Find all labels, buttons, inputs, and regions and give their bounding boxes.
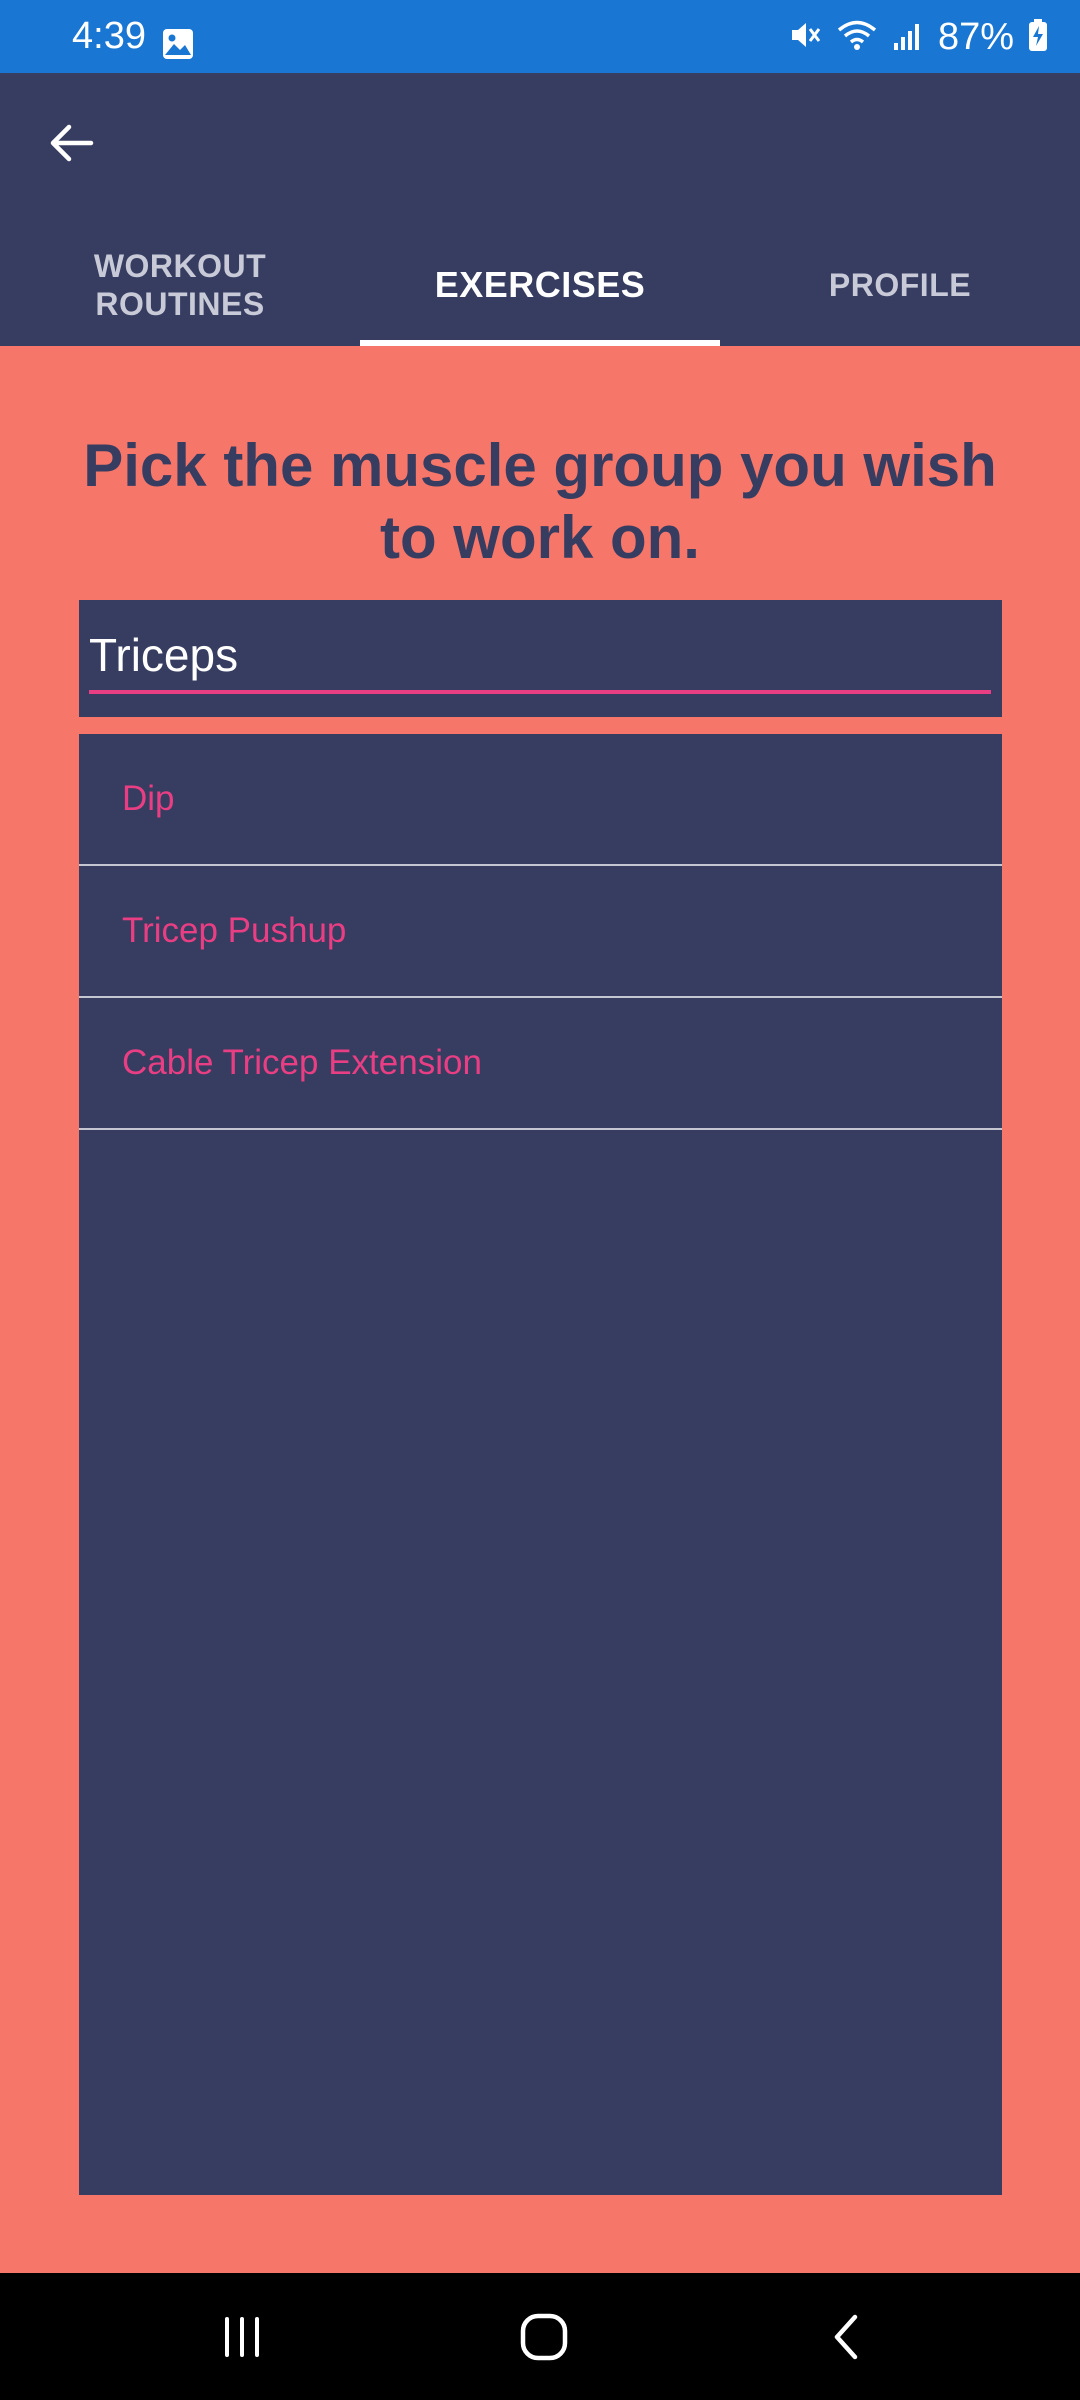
arrow-left-icon bbox=[50, 124, 94, 162]
battery-percent: 87% bbox=[937, 16, 1014, 58]
tab-profile[interactable]: PROFILE bbox=[720, 223, 1080, 346]
tab-label: EXERCISES bbox=[434, 263, 646, 305]
image-icon bbox=[162, 28, 194, 60]
status-bar: 4:39 87% bbox=[0, 0, 1080, 73]
app-header: WORKOUT ROUTINES EXERCISES PROFILE bbox=[0, 73, 1080, 346]
mute-icon bbox=[788, 18, 822, 57]
list-item[interactable]: Cable Tricep Extension bbox=[79, 998, 1002, 1130]
page-title: Pick the muscle group you wish to work o… bbox=[83, 432, 997, 571]
list-item[interactable]: Dip bbox=[79, 734, 1002, 866]
tab-label: PROFILE bbox=[828, 266, 972, 303]
recent-apps-icon bbox=[225, 2317, 259, 2357]
back-button[interactable] bbox=[38, 110, 104, 176]
list-item[interactable]: Tricep Pushup bbox=[79, 866, 1002, 998]
tab-exercises[interactable]: EXERCISES bbox=[360, 223, 720, 346]
system-nav-bar bbox=[0, 2273, 1080, 2400]
muscle-group-field-container bbox=[79, 600, 1002, 717]
back-icon bbox=[834, 2314, 858, 2360]
exercise-list: Dip Tricep Pushup Cable Tricep Extension bbox=[79, 734, 1002, 2195]
tab-workout-routines[interactable]: WORKOUT ROUTINES bbox=[0, 223, 360, 346]
home-icon bbox=[520, 2313, 568, 2361]
back-nav-button[interactable] bbox=[805, 2295, 889, 2379]
muscle-group-input[interactable] bbox=[89, 620, 991, 694]
status-time: 4:39 bbox=[72, 15, 146, 57]
status-icons: 87% bbox=[788, 12, 1048, 62]
home-button[interactable] bbox=[502, 2295, 586, 2379]
recent-apps-button[interactable] bbox=[200, 2295, 284, 2379]
wifi-icon bbox=[836, 18, 878, 57]
signal-icon bbox=[892, 19, 924, 56]
tab-label: WORKOUT ROUTINES bbox=[93, 247, 267, 322]
battery-charging-icon bbox=[1028, 18, 1048, 57]
tab-bar: WORKOUT ROUTINES EXERCISES PROFILE bbox=[0, 223, 1080, 346]
